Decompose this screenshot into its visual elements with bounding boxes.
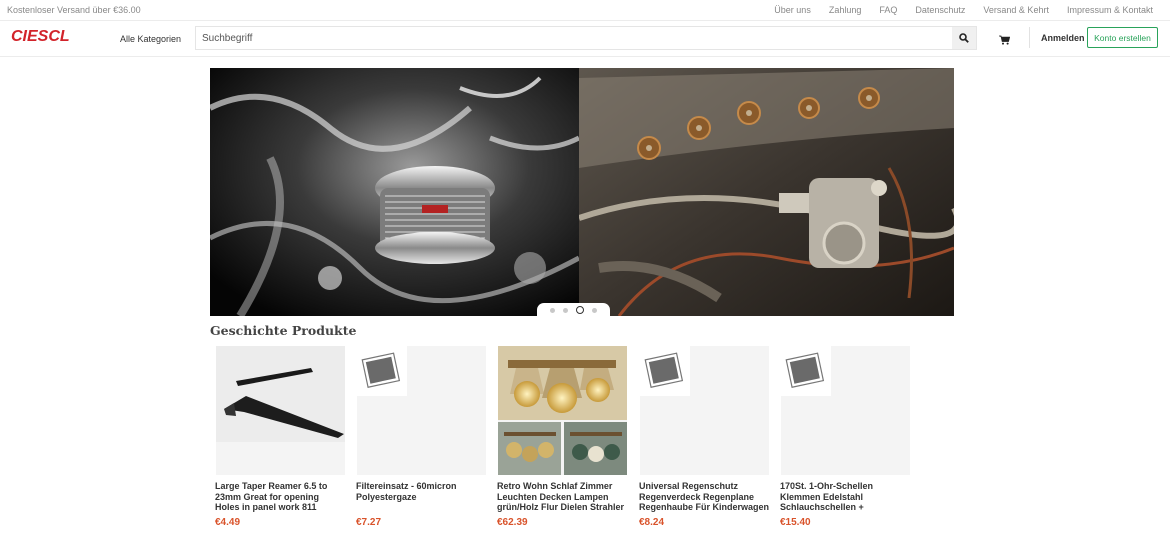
link-about[interactable]: Über uns — [774, 5, 811, 15]
product-price: €15.40 — [780, 517, 811, 528]
product-image[interactable] — [357, 346, 486, 475]
all-categories-menu[interactable]: Alle Kategorien — [120, 34, 181, 44]
search-bar — [195, 26, 977, 50]
top-links: Über uns Zahlung FAQ Datenschutz Versand… — [774, 5, 1153, 15]
image-placeholder-icon — [361, 352, 401, 388]
product-name[interactable]: Retro Wohn Schlaf Zimmer Leuchten Decken… — [497, 481, 628, 513]
product-name[interactable]: Large Taper Reamer 6.5 to 23mm Great for… — [215, 481, 346, 513]
product-name[interactable]: Universal Regenschutz Regenverdeck Regen… — [639, 481, 770, 513]
product-image[interactable] — [216, 346, 345, 475]
product-image[interactable] — [781, 346, 910, 475]
site-header: CIESCL Alle Kategorien Anmelden Konto er… — [0, 22, 1170, 57]
link-imprint-contact[interactable]: Impressum & Kontakt — [1067, 5, 1153, 15]
carousel-dot[interactable] — [563, 307, 568, 313]
link-faq[interactable]: FAQ — [879, 5, 897, 15]
reamer-image — [216, 346, 345, 442]
carousel-dot[interactable] — [550, 307, 555, 313]
site-logo[interactable]: CIESCL — [11, 28, 70, 46]
image-placeholder-icon — [644, 352, 684, 388]
login-link[interactable]: Anmelden — [1041, 33, 1085, 43]
product-image[interactable] — [498, 346, 627, 475]
section-title: Geschichte Produkte — [210, 323, 357, 338]
hero-image-engine-chrome — [210, 68, 579, 316]
link-privacy[interactable]: Datenschutz — [915, 5, 965, 15]
carousel-dot[interactable] — [592, 307, 597, 313]
shipping-promo: Kostenloser Versand über €36.00 — [7, 5, 141, 15]
product-price: €8.24 — [639, 517, 665, 528]
product-image[interactable] — [640, 346, 769, 475]
carousel-dot-active[interactable] — [576, 306, 584, 314]
lamps-image — [498, 346, 627, 475]
link-payment[interactable]: Zahlung — [829, 5, 862, 15]
carousel-dots — [537, 303, 610, 317]
product-price: €7.27 — [356, 517, 382, 528]
search-button[interactable] — [952, 27, 976, 49]
cart-icon — [999, 35, 1011, 45]
cart-button[interactable] — [999, 32, 1011, 50]
top-bar: Kostenloser Versand über €36.00 Über uns… — [0, 0, 1170, 21]
link-shipping-returns[interactable]: Versand & Kehrt — [983, 5, 1049, 15]
product-price: €4.49 — [215, 517, 241, 528]
image-placeholder — [640, 346, 690, 396]
product-name[interactable]: Filtereinsatz - 60micron Polyestergaze — [356, 481, 487, 502]
image-placeholder — [357, 346, 407, 396]
product-price: €62.39 — [497, 517, 528, 528]
header-divider — [1029, 27, 1030, 48]
hero-carousel[interactable] — [210, 68, 954, 316]
hero-image-engine-vintage — [579, 68, 954, 316]
image-placeholder — [781, 346, 831, 396]
search-input[interactable] — [196, 27, 952, 49]
register-button[interactable]: Konto erstellen — [1087, 27, 1158, 48]
image-placeholder-icon — [785, 352, 825, 388]
product-name[interactable]: 170St. 1-Ohr-Schellen Klemmen Edelstahl … — [780, 481, 911, 513]
search-icon — [959, 33, 969, 43]
